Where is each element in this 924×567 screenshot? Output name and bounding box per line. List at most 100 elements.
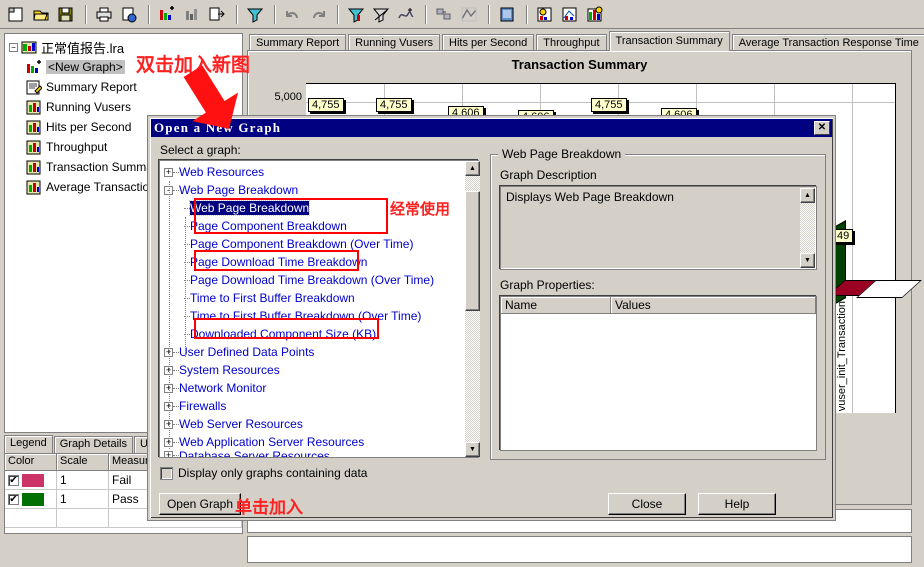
- graph-tree-label[interactable]: Page Download Time Breakdown: [190, 255, 367, 269]
- print-preview-icon[interactable]: [117, 3, 141, 26]
- analysis-graph-icon[interactable]: [558, 3, 582, 26]
- graph-tree-row[interactable]: + Web Application Server Resources: [164, 433, 478, 451]
- collapse-toggle-icon[interactable]: −: [9, 42, 18, 52]
- graph-tree-row[interactable]: Downloaded Component Size (KB): [164, 325, 478, 343]
- legend-col-scale: Scale: [57, 454, 109, 471]
- legend-color-cell[interactable]: ✔: [5, 471, 57, 490]
- graph-tree-row[interactable]: + User Defined Data Points: [164, 343, 478, 361]
- print-icon[interactable]: [92, 3, 116, 26]
- tab-running-vusers[interactable]: Running Vusers: [348, 34, 440, 51]
- graph-tree-label[interactable]: Web Page Breakdown: [179, 183, 298, 197]
- tree-item-label: Hits per Second: [46, 120, 132, 134]
- data-label: 4,755: [308, 98, 344, 112]
- auto-correlate-icon[interactable]: [394, 3, 418, 26]
- display-only-graphs-with-data-row[interactable]: Display only graphs containing data: [160, 466, 367, 480]
- export-icon[interactable]: [205, 3, 229, 26]
- tree-scrollbar[interactable]: ▲ ▼: [465, 161, 480, 457]
- graph-tree-label[interactable]: Network Monitor: [179, 381, 266, 395]
- help-button[interactable]: Help: [698, 493, 776, 515]
- graph-tree-row[interactable]: + Network Monitor: [164, 379, 478, 397]
- close-button-label: Close: [631, 497, 663, 511]
- graph-properties-table[interactable]: Name Values: [500, 296, 817, 451]
- close-icon[interactable]: ✕: [814, 121, 830, 135]
- graph-tree-row[interactable]: - Web Page Breakdown: [164, 181, 478, 199]
- report-icon: [26, 80, 43, 95]
- annotation-click-to-add: 单击加入: [235, 498, 303, 518]
- graph-tree-row[interactable]: Page Component Breakdown: [164, 217, 478, 235]
- graph-tab-strip: Summary Report Running Vusers Hits per S…: [247, 31, 924, 51]
- tab-throughput[interactable]: Throughput: [536, 34, 607, 51]
- tab-graph-details[interactable]: Graph Details: [53, 436, 133, 453]
- graph-tree-label[interactable]: Page Component Breakdown (Over Time): [190, 237, 413, 251]
- crystal-report-icon[interactable]: [495, 3, 519, 26]
- display-only-graphs-checkbox[interactable]: [160, 466, 173, 480]
- graph-tree-label[interactable]: Time to First Buffer Breakdown (Over Tim…: [190, 309, 421, 323]
- summary-report-icon[interactable]: [533, 3, 557, 26]
- description-scrollbar[interactable]: ▲ ▼: [800, 188, 815, 268]
- graph-tree-label[interactable]: Web Server Resources: [179, 417, 303, 431]
- tab-legend[interactable]: Legend: [4, 435, 53, 453]
- new-report-icon[interactable]: [4, 3, 28, 26]
- main-toolbar: [0, 0, 924, 29]
- graph-properties-label: Graph Properties:: [500, 278, 595, 292]
- scroll-up-icon[interactable]: ▲: [800, 188, 815, 203]
- graph-tree-label-selected[interactable]: Web Page Breakdown: [188, 200, 311, 216]
- graph-tree-label[interactable]: Firewalls: [179, 399, 226, 413]
- save-icon[interactable]: [54, 3, 78, 26]
- tab-summary-report[interactable]: Summary Report: [249, 34, 347, 51]
- add-new-graph-icon[interactable]: [155, 3, 179, 26]
- undo-icon[interactable]: [281, 3, 305, 26]
- tree-item-label: Summary Report: [46, 80, 137, 94]
- graph-tree-row[interactable]: Page Download Time Breakdown (Over Time): [164, 271, 478, 289]
- legend-color-cell[interactable]: ✔: [5, 490, 57, 509]
- graph-tree-label[interactable]: Page Download Time Breakdown (Over Time): [190, 273, 434, 287]
- graph-icon: [26, 180, 42, 195]
- tab-transaction-summary[interactable]: Transaction Summary: [608, 31, 730, 51]
- graph-tree-row[interactable]: Page Component Breakdown (Over Time): [164, 235, 478, 253]
- expand-icon[interactable]: +: [164, 167, 173, 177]
- graph-tree-label[interactable]: Web Resources: [179, 165, 264, 179]
- open-folder-icon[interactable]: [29, 3, 53, 26]
- tab-average-transaction-response-time[interactable]: Average Transaction Response Time: [731, 34, 924, 51]
- new-graph-wizard-icon[interactable]: [583, 3, 607, 26]
- set-filter-icon[interactable]: [344, 3, 368, 26]
- graph-tree-label[interactable]: Time to First Buffer Breakdown: [190, 291, 355, 305]
- graph-tree-row[interactable]: Page Download Time Breakdown: [164, 253, 478, 271]
- color-swatch: [22, 492, 44, 506]
- redo-icon[interactable]: [306, 3, 330, 26]
- annotation-frequently-used: 经常使用: [390, 200, 451, 218]
- tab-hits-per-second[interactable]: Hits per Second: [442, 34, 535, 51]
- display-only-graphs-label: Display only graphs containing data: [178, 466, 368, 480]
- overlay-icon[interactable]: [457, 3, 481, 26]
- scroll-down-icon[interactable]: ▼: [465, 442, 480, 457]
- graph-tree-label[interactable]: Page Component Breakdown: [190, 219, 347, 233]
- graph-tree-label[interactable]: Database Server Resources: [179, 451, 330, 457]
- graph-tree-row[interactable]: + Web Server Resources: [164, 415, 478, 433]
- row-checkbox[interactable]: ✔: [8, 493, 19, 505]
- graph-tree-label[interactable]: User Defined Data Points: [179, 345, 314, 359]
- graph-tree-row[interactable]: + Firewalls: [164, 397, 478, 415]
- graph-tree-row[interactable]: + Database Server Resources: [164, 451, 478, 457]
- graph-tree-label[interactable]: Web Application Server Resources: [179, 435, 364, 449]
- filter-icon[interactable]: [243, 3, 267, 26]
- graph-tree-label[interactable]: System Resources: [179, 363, 280, 377]
- graph-tree-label[interactable]: Downloaded Component Size (KB): [190, 327, 376, 341]
- merge-graphs-icon[interactable]: [432, 3, 456, 26]
- open-graph-button[interactable]: Open Graph: [159, 493, 241, 515]
- scroll-down-icon[interactable]: ▼: [800, 253, 815, 268]
- graph-tree-row[interactable]: Time to First Buffer Breakdown (Over Tim…: [164, 307, 478, 325]
- open-graph-button-label: Open Graph: [166, 497, 234, 511]
- close-button[interactable]: Close: [608, 493, 686, 515]
- graph-tree-row[interactable]: + System Resources: [164, 361, 478, 379]
- graph-description-label: Graph Description: [500, 168, 597, 182]
- clear-filter-icon[interactable]: [369, 3, 393, 26]
- graph-tree-row[interactable]: Time to First Buffer Breakdown: [164, 289, 478, 307]
- graph-description-box: Displays Web Page Breakdown ▲ ▼: [500, 186, 817, 270]
- open-new-graph-dialog[interactable]: Open a New Graph ✕ Select a graph: + Web…: [148, 116, 835, 520]
- graph-icon[interactable]: [180, 3, 204, 26]
- scrollbar-thumb[interactable]: [465, 191, 480, 311]
- row-checkbox[interactable]: ✔: [8, 474, 19, 486]
- expand-icon[interactable]: +: [164, 451, 173, 457]
- scroll-up-icon[interactable]: ▲: [465, 161, 480, 176]
- graph-tree-row[interactable]: + Web Resources: [164, 163, 478, 181]
